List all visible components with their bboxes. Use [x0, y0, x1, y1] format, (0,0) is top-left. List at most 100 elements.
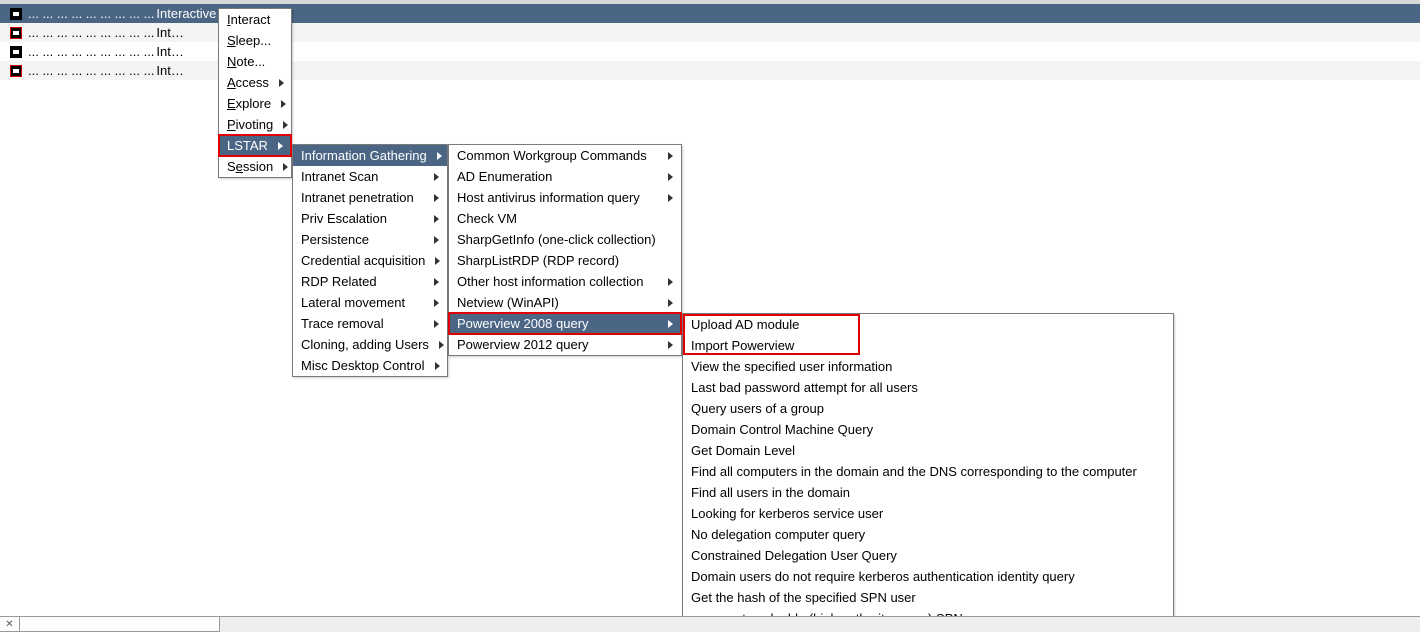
menu-item-label: SharpGetInfo (one-click collection)	[457, 232, 673, 247]
menu-item[interactable]: Get the hash of the specified SPN user	[683, 587, 1173, 608]
menu-item-label: Check VM	[457, 211, 673, 226]
submenu-arrow-icon	[281, 100, 286, 108]
menu-item[interactable]: Information Gathering	[293, 145, 447, 166]
menu-item-label: Intranet penetration	[301, 190, 424, 205]
menu-item[interactable]: Last bad password attempt for all users	[683, 377, 1173, 398]
menu-item-label: Information Gathering	[301, 148, 427, 163]
menu-item[interactable]: Trace removal	[293, 313, 447, 334]
menu-item[interactable]: Cloning, adding Users	[293, 334, 447, 355]
menu-item-label: Upload AD module	[691, 317, 1165, 332]
submenu-arrow-icon	[668, 320, 673, 328]
menu-item-label: RDP Related	[301, 274, 424, 289]
menu-item[interactable]: Intranet penetration	[293, 187, 447, 208]
row-label: Int…	[156, 44, 183, 59]
submenu-arrow-icon	[668, 299, 673, 307]
menu-item-label: Host antivirus information query	[457, 190, 658, 205]
session-row[interactable]: ... ... ... ... ... ... ... ... ...Int…	[0, 42, 1420, 61]
submenu-arrow-icon	[668, 194, 673, 202]
menu-item[interactable]: Domain users do not require kerberos aut…	[683, 566, 1173, 587]
session-row[interactable]: ... ... ... ... ... ... ... ... ...Int…	[0, 23, 1420, 42]
menu-item[interactable]: Find all computers in the domain and the…	[683, 461, 1173, 482]
menu-item[interactable]: Note...	[219, 51, 291, 72]
menu-item-label: Cloning, adding Users	[301, 337, 429, 352]
menu-item-label: Last bad password attempt for all users	[691, 380, 1165, 395]
menu-item[interactable]: Domain Control Machine Query	[683, 419, 1173, 440]
menu-item[interactable]: LSTAR	[219, 135, 291, 156]
menu-item[interactable]: Sleep...	[219, 30, 291, 51]
menu-item[interactable]: Check VM	[449, 208, 681, 229]
tab-close-stub[interactable]: ✕	[0, 617, 20, 632]
menu-item-label: Explore	[227, 96, 271, 111]
submenu-arrow-icon	[434, 278, 439, 286]
session-row[interactable]: ... ... ... ... ... ... ... ... ...Int…	[0, 61, 1420, 80]
session-icon	[10, 46, 22, 58]
submenu-arrow-icon	[668, 152, 673, 160]
session-row[interactable]: ... ... ... ... ... ... ... ... ...Inter…	[0, 4, 1420, 23]
row-label: Int…	[156, 63, 183, 78]
bottom-bar: ✕	[0, 616, 1420, 632]
context-menu-level-2: Information Gathering Intranet Scan Intran…	[292, 144, 448, 377]
menu-item[interactable]: Persistence	[293, 229, 447, 250]
menu-item[interactable]: Credential acquisition	[293, 250, 447, 271]
submenu-arrow-icon	[434, 215, 439, 223]
menu-item[interactable]: Interact	[219, 9, 291, 30]
menu-item-label: Powerview 2012 query	[457, 337, 658, 352]
menu-item[interactable]: SharpGetInfo (one-click collection)	[449, 229, 681, 250]
menu-item-label: Priv Escalation	[301, 211, 424, 226]
context-menu-level-3: Common Workgroup Commands AD Enumeration H…	[448, 144, 682, 356]
menu-item[interactable]: Get Domain Level	[683, 440, 1173, 461]
menu-item-label: No delegation computer query	[691, 527, 1165, 542]
menu-item[interactable]: SharpListRDP (RDP record)	[449, 250, 681, 271]
menu-item-label: Note...	[227, 54, 283, 69]
menu-item[interactable]: RDP Related	[293, 271, 447, 292]
menu-item[interactable]: Import Powerview	[683, 335, 1173, 356]
menu-item[interactable]: Netview (WinAPI)	[449, 292, 681, 313]
menu-item[interactable]: Host antivirus information query	[449, 187, 681, 208]
submenu-arrow-icon	[435, 362, 440, 370]
menu-item[interactable]: Access	[219, 72, 291, 93]
menu-item-label: Get Domain Level	[691, 443, 1165, 458]
context-menu-level-1: InteractSleep... Note... Access Explore Pivo…	[218, 8, 292, 178]
session-icon	[10, 65, 22, 77]
row-dots: ... ... ... ... ... ... ... ... ...	[28, 6, 154, 21]
submenu-arrow-icon	[437, 152, 442, 160]
submenu-arrow-icon	[434, 320, 439, 328]
menu-item[interactable]: Looking for kerberos service user	[683, 503, 1173, 524]
menu-item[interactable]: Explore	[219, 93, 291, 114]
context-menu-level-4: Upload AD module Import Powerview View the…	[682, 313, 1174, 630]
menu-item[interactable]: View the specified user information	[683, 356, 1173, 377]
menu-item[interactable]: Powerview 2008 query	[449, 313, 681, 334]
menu-item[interactable]: Other host information collection	[449, 271, 681, 292]
menu-item-label: Persistence	[301, 232, 424, 247]
submenu-arrow-icon	[434, 173, 439, 181]
menu-item[interactable]: No delegation computer query	[683, 524, 1173, 545]
menu-item-label: Pivoting	[227, 117, 273, 132]
menu-item-label: Powerview 2008 query	[457, 316, 658, 331]
menu-item[interactable]: Common Workgroup Commands	[449, 145, 681, 166]
menu-item[interactable]: Lateral movement	[293, 292, 447, 313]
menu-item[interactable]: Powerview 2012 query	[449, 334, 681, 355]
menu-item[interactable]: AD Enumeration	[449, 166, 681, 187]
menu-item[interactable]: Misc Desktop Control	[293, 355, 447, 376]
menu-item[interactable]: Intranet Scan	[293, 166, 447, 187]
menu-item[interactable]: Query users of a group	[683, 398, 1173, 419]
submenu-arrow-icon	[434, 236, 439, 244]
menu-item[interactable]: Find all users in the domain	[683, 482, 1173, 503]
menu-item-label: AD Enumeration	[457, 169, 658, 184]
menu-item-label: Import Powerview	[691, 338, 1165, 353]
menu-item[interactable]: Priv Escalation	[293, 208, 447, 229]
menu-item[interactable]: Session	[219, 156, 291, 177]
menu-item[interactable]: Pivoting	[219, 114, 291, 135]
session-icon	[10, 27, 22, 39]
menu-item-label: Trace removal	[301, 316, 424, 331]
menu-item-label: Credential acquisition	[301, 253, 425, 268]
submenu-arrow-icon	[279, 79, 284, 87]
menu-item[interactable]: Constrained Delegation User Query	[683, 545, 1173, 566]
menu-item-label: View the specified user information	[691, 359, 1165, 374]
tab-blank[interactable]	[20, 617, 220, 632]
menu-item[interactable]: Upload AD module	[683, 314, 1173, 335]
menu-item-label: Looking for kerberos service user	[691, 506, 1165, 521]
menu-item-label: Constrained Delegation User Query	[691, 548, 1165, 563]
menu-item-label: Netview (WinAPI)	[457, 295, 658, 310]
submenu-arrow-icon	[668, 341, 673, 349]
